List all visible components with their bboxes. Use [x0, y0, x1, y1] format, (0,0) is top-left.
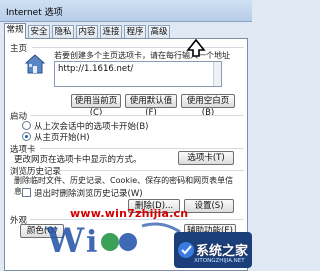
window-title: Internet 选项	[6, 8, 63, 18]
tab-content[interactable]: 内容	[76, 25, 98, 38]
brand-name: 系统之家	[196, 244, 249, 259]
tab-general[interactable]: 常规	[4, 23, 26, 39]
tab-connections[interactable]: 连接	[100, 25, 122, 38]
tab-privacy[interactable]: 隐私	[52, 25, 74, 38]
home-url-value: http://1.1616.net/	[58, 64, 134, 74]
brand-url: XITONGZHIJIA.NET	[194, 258, 245, 264]
tabs-desc: 更改网页在选项卡中显示的方式。	[14, 155, 142, 165]
pointer-arrow-icon	[186, 38, 206, 57]
history-divider	[58, 170, 244, 171]
url-scrollbar[interactable]	[213, 62, 221, 86]
startup-last-session-radio[interactable]	[22, 121, 31, 130]
tabs-settings-button[interactable]: 选项卡(T)	[178, 151, 234, 165]
use-blank-button[interactable]: 使用空白页(B)	[181, 94, 235, 118]
exit-delete-checkbox[interactable]	[22, 188, 31, 197]
home-url-field[interactable]: http://1.1616.net/	[54, 61, 222, 87]
tabs-divider	[40, 148, 244, 149]
startup-home-label: 从主页开始(H)	[34, 133, 90, 143]
tab-security[interactable]: 安全	[28, 25, 50, 38]
history-settings-button[interactable]: 设置(S)	[184, 199, 234, 213]
tab-strip: 常规 安全 隐私 内容 连接 程序 高级	[4, 23, 250, 39]
title-bar: Internet 选项	[0, 0, 252, 22]
svg-text:W: W	[45, 221, 85, 260]
house-icon	[24, 54, 46, 74]
tab-advanced[interactable]: 高级	[148, 25, 170, 38]
use-default-button[interactable]: 使用默认值(F)	[125, 94, 177, 118]
exit-delete-label: 退出时删除浏览历史记录(W)	[34, 189, 143, 199]
tab-programs[interactable]: 程序	[124, 25, 146, 38]
startup-divider	[30, 115, 244, 116]
startup-home-radio[interactable]	[22, 132, 31, 141]
watermark-site: www.win7zhijia.cn	[70, 207, 189, 220]
use-current-button[interactable]: 使用当前页(C)	[71, 94, 121, 118]
home-divider	[32, 47, 244, 48]
svg-text:i: i	[86, 225, 97, 260]
